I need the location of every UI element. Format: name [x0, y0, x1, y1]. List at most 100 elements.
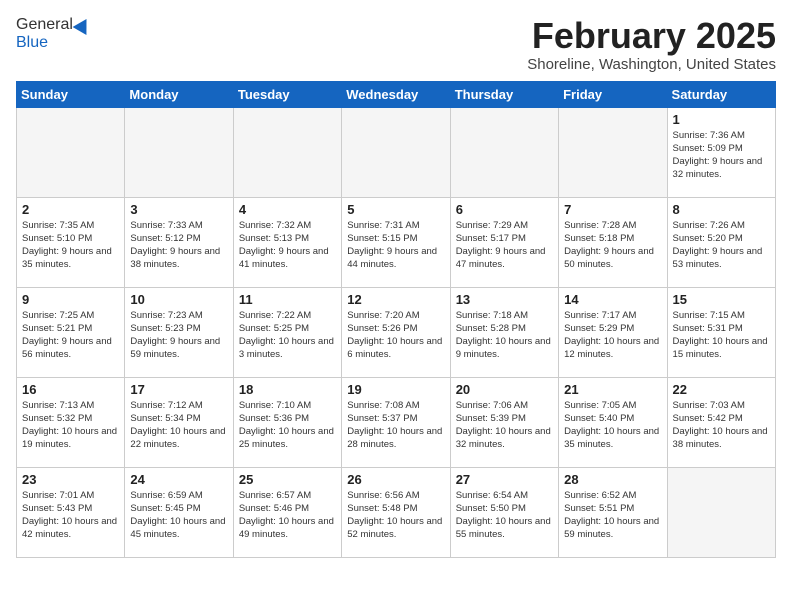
calendar-day-cell: 21 Sunrise: 7:05 AM Sunset: 5:40 PM Dayli… [559, 377, 667, 467]
calendar-day-cell: 27 Sunrise: 6:54 AM Sunset: 5:50 PM Dayli… [450, 467, 558, 557]
logo: General Blue [16, 16, 91, 52]
calendar-week-row: 1Sunrise: 7:36 AM Sunset: 5:09 PM Daylig… [17, 107, 776, 197]
calendar-day-cell: 24 Sunrise: 6:59 AM Sunset: 5:45 PM Dayli… [125, 467, 233, 557]
day-info: Sunrise: 7:18 AM Sunset: 5:28 PM Dayligh… [456, 309, 553, 362]
calendar-day-cell: 16 Sunrise: 7:13 AM Sunset: 5:32 PM Dayli… [17, 377, 125, 467]
day-number: 8 [673, 202, 770, 217]
calendar-day-cell: 15 Sunrise: 7:15 AM Sunset: 5:31 PM Dayli… [667, 287, 775, 377]
day-info: Sunrise: 7:33 AM Sunset: 5:12 PM Dayligh… [130, 219, 227, 272]
calendar-day-cell: 17 Sunrise: 7:12 AM Sunset: 5:34 PM Dayli… [125, 377, 233, 467]
calendar-day-cell: 4 Sunrise: 7:32 AM Sunset: 5:13 PM Daylig… [233, 197, 341, 287]
day-info: Sunrise: 7:25 AM Sunset: 5:21 PM Dayligh… [22, 309, 119, 362]
calendar-day-cell: 12 Sunrise: 7:20 AM Sunset: 5:26 PM Dayli… [342, 287, 450, 377]
day-info: Sunrise: 7:23 AM Sunset: 5:23 PM Dayligh… [130, 309, 227, 362]
calendar-day-cell: 20Sunrise: 7:06 AM Sunset: 5:39 PM Dayli… [450, 377, 558, 467]
day-info: Sunrise: 6:56 AM Sunset: 5:48 PM Dayligh… [347, 489, 444, 542]
calendar-day-cell: 8 Sunrise: 7:26 AM Sunset: 5:20 PM Daylig… [667, 197, 775, 287]
day-of-week-header: Tuesday [233, 81, 341, 107]
calendar-day-cell: 11Sunrise: 7:22 AM Sunset: 5:25 PM Dayli… [233, 287, 341, 377]
calendar-day-cell: 3 Sunrise: 7:33 AM Sunset: 5:12 PM Daylig… [125, 197, 233, 287]
day-number: 9 [22, 292, 119, 307]
day-number: 23 [22, 472, 119, 487]
day-number: 19 [347, 382, 444, 397]
calendar-day-cell [450, 107, 558, 197]
day-number: 17 [130, 382, 227, 397]
day-of-week-header: Wednesday [342, 81, 450, 107]
page-header: General Blue February 2025 Shoreline, Wa… [16, 16, 776, 73]
day-info: Sunrise: 6:54 AM Sunset: 5:50 PM Dayligh… [456, 489, 553, 542]
day-number: 16 [22, 382, 119, 397]
day-number: 14 [564, 292, 661, 307]
calendar-day-cell: 6 Sunrise: 7:29 AM Sunset: 5:17 PM Daylig… [450, 197, 558, 287]
day-info: Sunrise: 7:03 AM Sunset: 5:42 PM Dayligh… [673, 399, 770, 452]
calendar-body: 1Sunrise: 7:36 AM Sunset: 5:09 PM Daylig… [17, 107, 776, 557]
day-info: Sunrise: 6:57 AM Sunset: 5:46 PM Dayligh… [239, 489, 336, 542]
day-info: Sunrise: 7:26 AM Sunset: 5:20 PM Dayligh… [673, 219, 770, 272]
title-block: February 2025 Shoreline, Washington, Uni… [527, 16, 776, 73]
day-of-week-header: Sunday [17, 81, 125, 107]
day-info: Sunrise: 7:32 AM Sunset: 5:13 PM Dayligh… [239, 219, 336, 272]
day-info: Sunrise: 7:20 AM Sunset: 5:26 PM Dayligh… [347, 309, 444, 362]
logo-triangle-icon [72, 15, 93, 35]
calendar-day-cell [125, 107, 233, 197]
day-info: Sunrise: 7:17 AM Sunset: 5:29 PM Dayligh… [564, 309, 661, 362]
day-info: Sunrise: 6:59 AM Sunset: 5:45 PM Dayligh… [130, 489, 227, 542]
day-number: 10 [130, 292, 227, 307]
calendar-week-row: 9 Sunrise: 7:25 AM Sunset: 5:21 PM Daylig… [17, 287, 776, 377]
calendar-day-cell: 2 Sunrise: 7:35 AM Sunset: 5:10 PM Daylig… [17, 197, 125, 287]
day-info: Sunrise: 7:12 AM Sunset: 5:34 PM Dayligh… [130, 399, 227, 452]
calendar-day-cell [342, 107, 450, 197]
day-info: Sunrise: 7:01 AM Sunset: 5:43 PM Dayligh… [22, 489, 119, 542]
day-number: 22 [673, 382, 770, 397]
day-info: Sunrise: 7:29 AM Sunset: 5:17 PM Dayligh… [456, 219, 553, 272]
day-info: Sunrise: 7:35 AM Sunset: 5:10 PM Dayligh… [22, 219, 119, 272]
day-info: Sunrise: 7:31 AM Sunset: 5:15 PM Dayligh… [347, 219, 444, 272]
day-info: Sunrise: 7:06 AM Sunset: 5:39 PM Dayligh… [456, 399, 553, 452]
logo-general-text: General [16, 16, 73, 34]
day-number: 4 [239, 202, 336, 217]
day-number: 6 [456, 202, 553, 217]
calendar-day-cell [667, 467, 775, 557]
day-number: 18 [239, 382, 336, 397]
day-number: 21 [564, 382, 661, 397]
day-number: 13 [456, 292, 553, 307]
day-number: 28 [564, 472, 661, 487]
calendar-day-cell: 13 Sunrise: 7:18 AM Sunset: 5:28 PM Dayli… [450, 287, 558, 377]
day-number: 27 [456, 472, 553, 487]
day-number: 25 [239, 472, 336, 487]
day-info: Sunrise: 7:22 AM Sunset: 5:25 PM Dayligh… [239, 309, 336, 362]
calendar-day-cell: 1Sunrise: 7:36 AM Sunset: 5:09 PM Daylig… [667, 107, 775, 197]
day-info: Sunrise: 7:36 AM Sunset: 5:09 PM Dayligh… [673, 129, 770, 182]
calendar-day-cell: 22 Sunrise: 7:03 AM Sunset: 5:42 PM Dayli… [667, 377, 775, 467]
day-info: Sunrise: 7:15 AM Sunset: 5:31 PM Dayligh… [673, 309, 770, 362]
month-title: February 2025 [527, 16, 776, 56]
day-of-week-header: Monday [125, 81, 233, 107]
day-number: 24 [130, 472, 227, 487]
day-info: Sunrise: 7:05 AM Sunset: 5:40 PM Dayligh… [564, 399, 661, 452]
calendar-week-row: 16 Sunrise: 7:13 AM Sunset: 5:32 PM Dayli… [17, 377, 776, 467]
calendar-day-cell [17, 107, 125, 197]
day-number: 12 [347, 292, 444, 307]
calendar-day-cell: 9 Sunrise: 7:25 AM Sunset: 5:21 PM Daylig… [17, 287, 125, 377]
day-of-week-header: Saturday [667, 81, 775, 107]
day-number: 7 [564, 202, 661, 217]
calendar-day-cell: 25 Sunrise: 6:57 AM Sunset: 5:46 PM Dayli… [233, 467, 341, 557]
calendar-day-cell: 26 Sunrise: 6:56 AM Sunset: 5:48 PM Dayli… [342, 467, 450, 557]
day-of-week-header: Thursday [450, 81, 558, 107]
day-number: 2 [22, 202, 119, 217]
day-number: 26 [347, 472, 444, 487]
day-info: Sunrise: 7:13 AM Sunset: 5:32 PM Dayligh… [22, 399, 119, 452]
calendar-day-cell [233, 107, 341, 197]
calendar-week-row: 2 Sunrise: 7:35 AM Sunset: 5:10 PM Daylig… [17, 197, 776, 287]
location-text: Shoreline, Washington, United States [527, 56, 776, 73]
day-number: 3 [130, 202, 227, 217]
day-number: 15 [673, 292, 770, 307]
calendar-day-cell: 14 Sunrise: 7:17 AM Sunset: 5:29 PM Dayli… [559, 287, 667, 377]
calendar-day-cell: 7Sunrise: 7:28 AM Sunset: 5:18 PM Daylig… [559, 197, 667, 287]
calendar-day-cell: 10 Sunrise: 7:23 AM Sunset: 5:23 PM Dayli… [125, 287, 233, 377]
calendar-day-cell [559, 107, 667, 197]
calendar-day-cell: 5Sunrise: 7:31 AM Sunset: 5:15 PM Daylig… [342, 197, 450, 287]
logo-blue-text: Blue [16, 34, 48, 52]
calendar-header-row: SundayMondayTuesdayWednesdayThursdayFrid… [17, 81, 776, 107]
calendar-week-row: 23 Sunrise: 7:01 AM Sunset: 5:43 PM Dayli… [17, 467, 776, 557]
